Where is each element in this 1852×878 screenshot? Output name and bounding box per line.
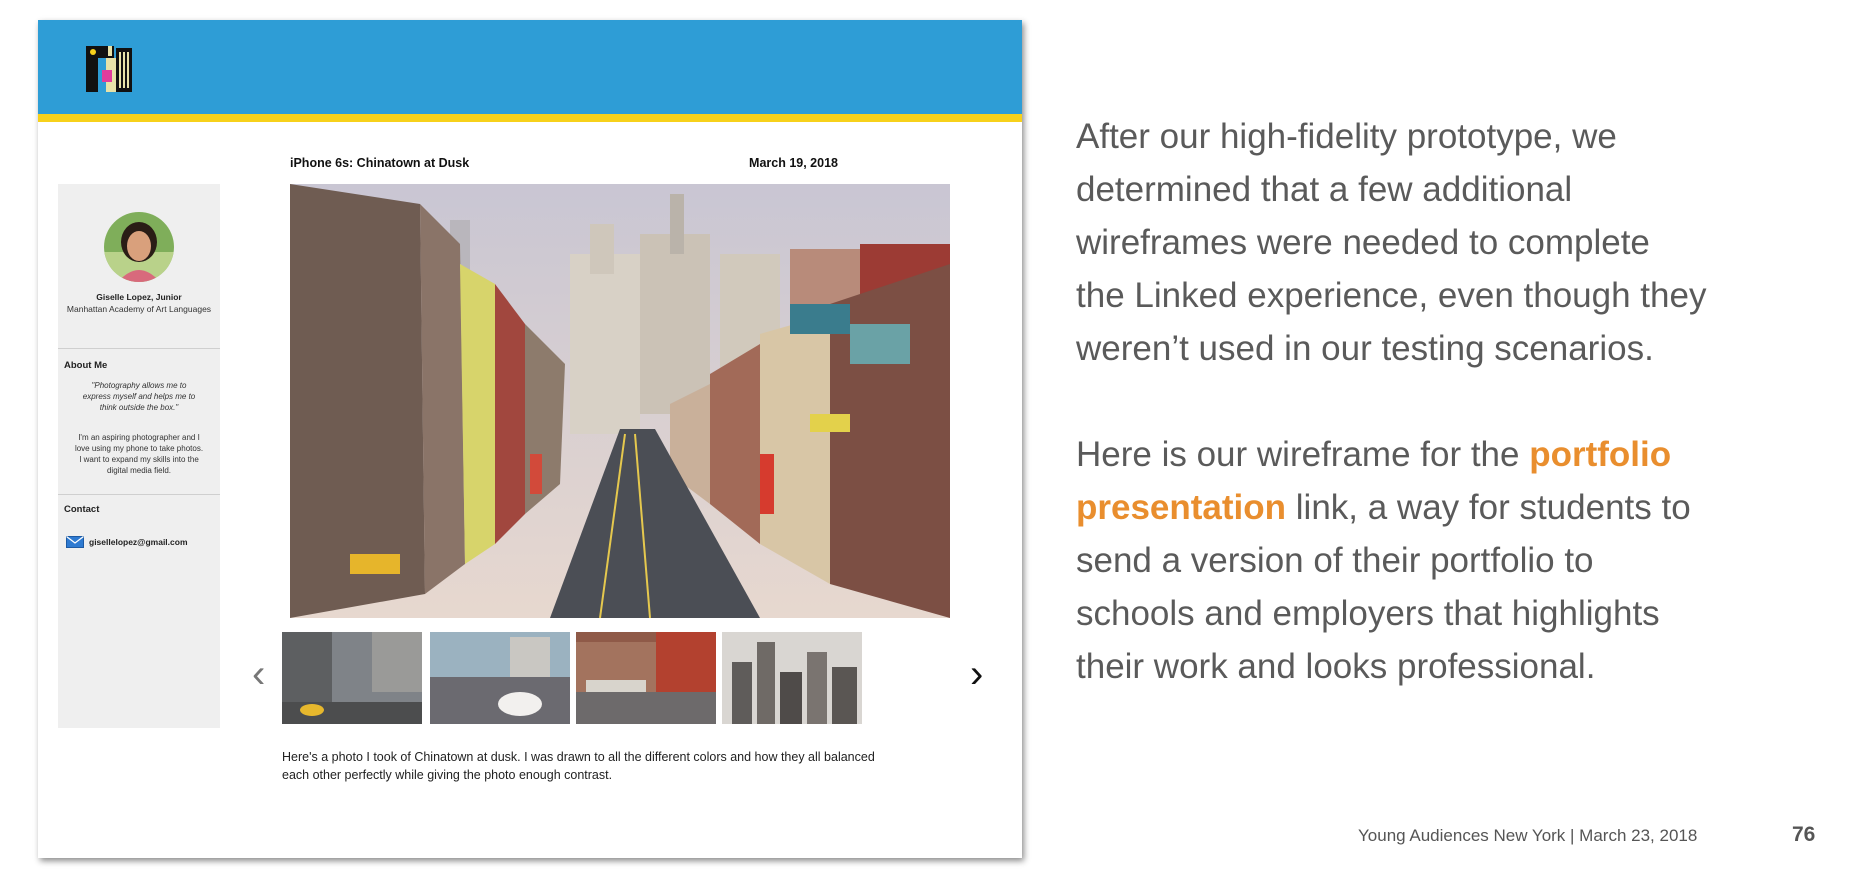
text-span: Here is our wireframe for the <box>1076 435 1530 474</box>
divider <box>58 494 220 495</box>
bio-line: I want to expand my skills into the <box>79 455 199 464</box>
portfolio-wireframe: Giselle Lopez, Junior Manhattan Academy … <box>38 20 1022 858</box>
avatar[interactable] <box>104 212 174 282</box>
carousel-next-button[interactable]: › <box>970 654 983 694</box>
photo-caption: Here's a photo I took of Chinatown at du… <box>282 748 982 784</box>
carousel-prev-button[interactable]: ‹ <box>252 654 265 694</box>
text-span: link, a way for students to <box>1286 488 1691 527</box>
main-photo[interactable] <box>290 184 950 618</box>
photo-title: iPhone 6s: Chinatown at Dusk <box>290 156 470 170</box>
contact-heading: Contact <box>64 504 100 515</box>
text-line: Here is our wireframe for the portfolio <box>1076 428 1816 481</box>
highlight-text: presentation <box>1076 488 1287 527</box>
thumbnail-1[interactable] <box>282 632 422 724</box>
text-line: presentation link, a way for students to <box>1076 481 1816 534</box>
thumbnail-4[interactable] <box>722 632 862 724</box>
text-line: wireframes were needed to complete <box>1076 223 1650 262</box>
text-line: their work and looks professional. <box>1076 647 1596 686</box>
quote-line: "Photography allows me to <box>91 381 187 390</box>
email-link[interactable]: gisellelopez@gmail.com <box>89 537 188 547</box>
description-paragraph-1: After our high-fidelity prototype, we de… <box>1076 110 1816 375</box>
photo-date: March 19, 2018 <box>749 156 838 170</box>
caption-line: each other perfectly while giving the ph… <box>282 768 613 782</box>
student-name: Giselle Lopez, Junior <box>96 292 182 302</box>
caption-line: Here's a photo I took of Chinatown at du… <box>282 750 875 764</box>
about-heading: About Me <box>64 360 108 371</box>
avatar-image <box>104 212 174 282</box>
thumbnail-2[interactable] <box>430 632 570 724</box>
wireframe-header-stripe <box>38 114 1022 122</box>
text-line: determined that a few additional <box>1076 170 1573 209</box>
envelope-icon[interactable] <box>66 536 84 548</box>
divider <box>58 348 220 349</box>
student-school: Manhattan Academy of Art Languages <box>66 304 212 314</box>
chevron-right-icon: › <box>970 652 984 696</box>
bio-line: digital media field. <box>106 466 172 475</box>
text-line: send a version of their portfolio to <box>1076 541 1594 580</box>
highlight-text: portfolio <box>1529 435 1672 474</box>
quote-line: think outside the box." <box>99 403 179 412</box>
description-paragraph-2: Here is our wireframe for the portfolio … <box>1076 428 1816 693</box>
text-line: After our high-fidelity prototype, we <box>1076 117 1617 156</box>
text-line: weren’t used in our testing scenarios. <box>1076 329 1654 368</box>
wireframe-header-bar <box>38 20 1022 114</box>
thumbnail-3[interactable] <box>576 632 716 724</box>
text-line: the Linked experience, even though they <box>1076 276 1707 315</box>
profile-sidebar: Giselle Lopez, Junior Manhattan Academy … <box>58 184 220 728</box>
about-bio: I'm an aspiring photographer and I love … <box>68 432 210 476</box>
yany-logo-icon[interactable] <box>84 40 140 96</box>
bio-line: love using my phone to take photos. <box>74 444 204 453</box>
quote-line: express myself and helps me to <box>82 392 196 401</box>
bio-line: I'm an aspiring photographer and I <box>78 433 200 442</box>
footer-org-date: Young Audiences New York | March 23, 201… <box>1358 826 1698 845</box>
text-line: schools and employers that highlights <box>1076 594 1660 633</box>
page-number: 76 <box>1792 823 1816 846</box>
chevron-left-icon: ‹ <box>252 652 266 696</box>
about-quote: "Photography allows me to express myself… <box>74 380 204 413</box>
